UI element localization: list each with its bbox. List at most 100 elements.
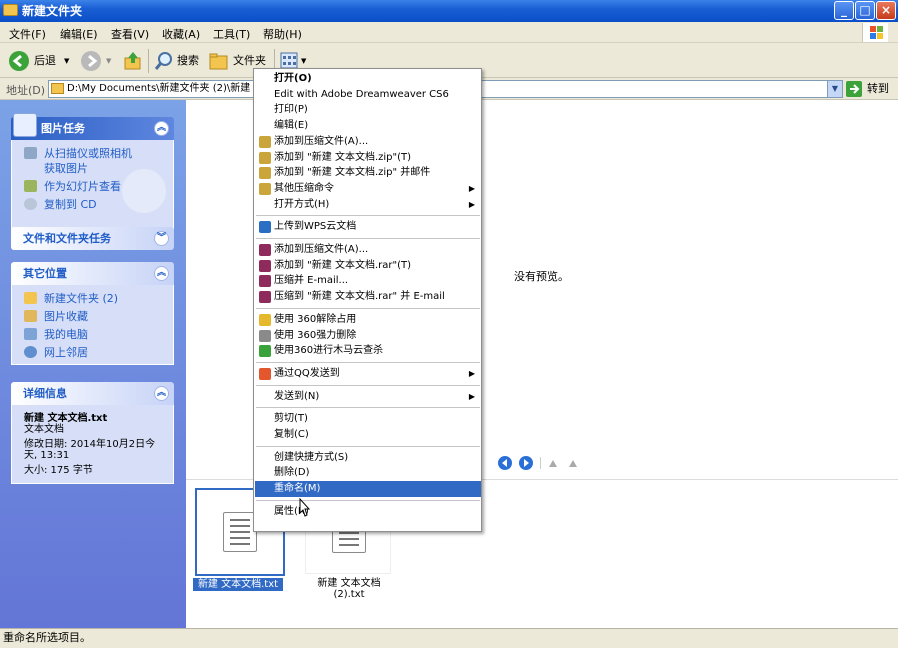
- menu-tools[interactable]: 工具(T): [213, 26, 250, 42]
- context-menu-item[interactable]: 使用360进行木马云查杀: [255, 343, 481, 359]
- picture-tasks-title: 图片任务: [41, 122, 85, 135]
- menu-separator: [256, 407, 480, 409]
- context-menu-item[interactable]: 使用 360强力删除: [255, 328, 481, 344]
- context-menu: 打开(O) Edit with Adobe Dreamweaver CS6 打印(P…: [253, 68, 482, 532]
- go-arrow-icon: [846, 81, 862, 97]
- context-menu-item[interactable]: 创建快捷方式(S): [255, 450, 481, 466]
- menu-favorites[interactable]: 收藏(A): [162, 26, 200, 42]
- chevron-down-icon[interactable]: ▼: [827, 81, 842, 97]
- minimize-button[interactable]: _: [834, 1, 854, 20]
- file-tasks-title: 文件和文件夹任务: [23, 232, 111, 245]
- back-arrow-icon: [9, 51, 29, 71]
- context-menu-item[interactable]: 添加到压缩文件(A)...: [255, 134, 481, 150]
- file-name-selected[interactable]: 新建 文本文档.txt: [193, 578, 283, 591]
- menu-help[interactable]: 帮助(H): [263, 26, 302, 42]
- windows-logo-icon: [862, 23, 888, 42]
- menu-item-label: 打印(P): [274, 104, 308, 116]
- chevron-up-icon[interactable]: ︽: [154, 386, 169, 401]
- submenu-arrow-icon: ▶: [468, 391, 475, 401]
- maximize-button[interactable]: □: [855, 1, 875, 20]
- forward-button[interactable]: ▼: [80, 49, 116, 73]
- other-places-header[interactable]: 其它位置 ︽: [11, 262, 174, 285]
- context-menu-item[interactable]: 添加到 "新建 文本文档.zip"(T): [255, 150, 481, 166]
- context-menu-item[interactable]: 打印(P): [255, 102, 481, 118]
- context-menu-item[interactable]: 通过QQ发送到 ▶: [255, 366, 481, 382]
- menu-item-label: 剪切(T): [274, 413, 308, 425]
- winrar-icon: [259, 275, 271, 288]
- chevron-down-icon[interactable]: ▼: [64, 49, 69, 73]
- chevron-up-icon[interactable]: ︽: [154, 266, 169, 281]
- place-label: 新建文件夹 (2): [44, 292, 119, 305]
- context-menu-item[interactable]: 添加到 "新建 文本文档.rar"(T): [255, 258, 481, 274]
- menu-item-label: 重命名(M): [274, 483, 321, 495]
- menu-file[interactable]: 文件(F): [9, 26, 46, 42]
- qq-icon: [259, 367, 271, 380]
- winzip-icon: [259, 151, 271, 164]
- chevron-down-icon[interactable]: ▼: [106, 49, 111, 73]
- chevron-down-icon[interactable]: ︾: [154, 231, 169, 246]
- pictures-folder-icon: [24, 310, 37, 322]
- context-menu-item[interactable]: 打开方式(H) ▶: [255, 197, 481, 213]
- close-button[interactable]: ×: [876, 1, 896, 20]
- context-menu-item[interactable]: 重命名(M): [255, 481, 481, 498]
- search-icon: [154, 52, 172, 70]
- picture-tasks-header[interactable]: 图片任务 ︽: [11, 113, 174, 140]
- forward-arrow-icon: [81, 51, 101, 71]
- network-icon: [24, 346, 37, 358]
- context-menu-item[interactable]: 使用 360解除占用: [255, 312, 481, 328]
- search-label: 搜索: [177, 54, 199, 67]
- context-menu-item[interactable]: 压缩并 E-mail...: [255, 273, 481, 289]
- context-menu-item[interactable]: 添加到 "新建 文本文档.zip" 并邮件: [255, 165, 481, 181]
- menu-view[interactable]: 查看(V): [111, 26, 149, 42]
- context-menu-item[interactable]: 复制(C): [255, 427, 481, 443]
- place-my-computer[interactable]: 我的电脑: [12, 327, 173, 342]
- context-menu-item[interactable]: 打开(O): [255, 71, 481, 87]
- place-my-pictures[interactable]: 图片收藏: [12, 309, 173, 324]
- computer-icon: [24, 328, 37, 340]
- context-menu-item[interactable]: 上传到WPS云文档: [255, 219, 481, 235]
- menu-item-label: 打开方式(H): [274, 198, 330, 210]
- status-text: 重命名所选项目。: [3, 631, 91, 644]
- no-preview-text: 没有预览。: [514, 270, 569, 283]
- context-menu-item[interactable]: 发送到(N) ▶: [255, 389, 481, 405]
- wps-icon: [259, 221, 271, 234]
- place-label: 网上邻居: [44, 346, 88, 359]
- details-header[interactable]: 详细信息 ︽: [11, 382, 174, 405]
- search-button[interactable]: 搜索: [153, 49, 203, 73]
- go-button[interactable]: 转到: [846, 80, 894, 98]
- context-menu-item[interactable]: 压缩到 "新建 文本文档.rar" 并 E-mail: [255, 289, 481, 305]
- back-button[interactable]: 后退 ▼: [8, 49, 72, 73]
- submenu-arrow-icon: ▶: [468, 368, 475, 378]
- context-menu-item[interactable]: 添加到压缩文件(A)...: [255, 242, 481, 258]
- menu-item-label: 添加到压缩文件(A)...: [274, 244, 369, 255]
- menu-item-label: 使用360进行木马云查杀: [274, 345, 384, 357]
- up-folder-button[interactable]: [122, 49, 144, 73]
- chevron-up-icon[interactable]: ︽: [154, 121, 169, 136]
- winzip-icon: [259, 135, 271, 148]
- context-menu-item[interactable]: Edit with Adobe Dreamweaver CS6: [255, 87, 481, 103]
- menu-item-label: 添加到压缩文件(A)...: [274, 135, 369, 147]
- submenu-arrow-icon: ▶: [468, 199, 475, 209]
- place-network[interactable]: 网上邻居: [12, 345, 173, 360]
- menu-item-label: 上传到WPS云文档: [274, 221, 357, 233]
- context-menu-item[interactable]: 编辑(E): [255, 118, 481, 134]
- context-menu-item[interactable]: 删除(D): [255, 465, 481, 481]
- details-panel: 详细信息 ︽ 新建 文本文档.txt 文本文档 修改日期: 2014年10月2日…: [11, 382, 174, 484]
- context-menu-item[interactable]: 属性(R): [255, 504, 481, 520]
- window-title: 新建文件夹: [22, 4, 83, 18]
- folder-icon: [3, 4, 18, 16]
- context-menu-item[interactable]: 其他压缩命令 ▶: [255, 181, 481, 197]
- place-parent-folder[interactable]: 新建文件夹 (2): [12, 291, 173, 306]
- scanner-icon: [24, 147, 37, 159]
- context-menu-item[interactable]: 剪切(T): [255, 411, 481, 427]
- menu-item-label: 通过QQ发送到: [274, 367, 340, 379]
- mouse-cursor-icon: [299, 498, 310, 517]
- menu-item-label: 发送到(N): [274, 390, 320, 402]
- file-name[interactable]: 新建 文本文档 (2).txt: [303, 578, 395, 600]
- file-tasks-panel: 文件和文件夹任务 ︾: [11, 227, 174, 250]
- menu-separator: [256, 307, 480, 309]
- winrar-icon: [259, 244, 271, 256]
- other-places-panel: 其它位置 ︽ 新建文件夹 (2) 图片收藏 我的电脑 网上邻居: [11, 262, 174, 365]
- menu-edit[interactable]: 编辑(E): [60, 26, 98, 42]
- file-tasks-header[interactable]: 文件和文件夹任务 ︾: [11, 227, 174, 250]
